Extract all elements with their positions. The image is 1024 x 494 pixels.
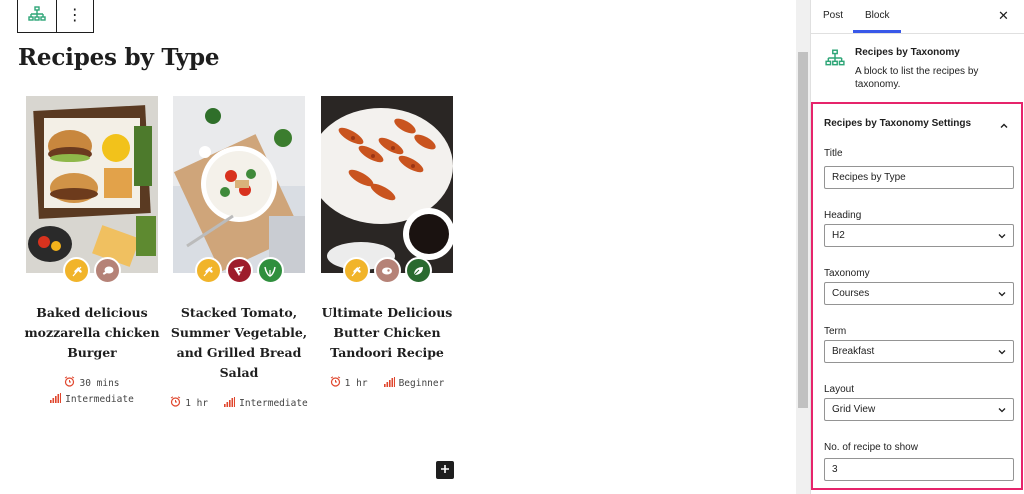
vegan-leaf-icon	[404, 257, 432, 284]
taxonomy-select-value: Courses	[832, 288, 870, 299]
term-select[interactable]: Breakfast	[824, 340, 1014, 363]
settings-sidebar: Post Block ✕ Recipes by Taxonomy A block…	[810, 0, 1024, 494]
tab-post[interactable]: Post	[823, 10, 843, 21]
heading-select[interactable]: H2	[824, 224, 1014, 247]
wheat-icon	[63, 257, 90, 284]
block-card: Recipes by Taxonomy A block to list the …	[811, 35, 1024, 99]
sitemap-icon	[28, 5, 46, 27]
taxonomy-label: Taxonomy	[824, 268, 870, 279]
settings-panel: Recipes by Taxonomy Settings Title Recip…	[811, 102, 1023, 490]
recipe-meta: 1 hr Beginner	[311, 376, 463, 390]
wheat-icon	[194, 257, 222, 284]
add-block-button[interactable]	[436, 461, 454, 479]
title-input[interactable]: Recipes by Type	[824, 166, 1014, 189]
signal-bars-icon	[50, 393, 62, 406]
alarm-clock-icon	[64, 376, 75, 390]
alarm-clock-icon	[170, 396, 181, 410]
chevron-down-icon	[998, 348, 1006, 356]
chevron-down-icon	[998, 406, 1006, 414]
editor-canvas: ⋮ Recipes by Type Baked delicious mozzar…	[0, 0, 796, 494]
heading-label: Heading	[824, 210, 862, 221]
alarm-clock-icon	[330, 376, 341, 390]
taxonomy-select[interactable]: Courses	[824, 282, 1014, 305]
layout-select[interactable]: Grid View	[824, 398, 1014, 421]
recipe-count-label: No. of recipe to show	[824, 442, 918, 453]
recipe-time-value: 1 hr	[185, 397, 209, 409]
chevron-up-icon[interactable]	[999, 118, 1009, 136]
page-title[interactable]: Recipes by Type	[18, 44, 219, 71]
recipe-image[interactable]	[321, 96, 453, 273]
recipe-difficulty-value: Intermediate	[239, 397, 308, 409]
pizza-icon	[225, 257, 253, 284]
card-badges	[26, 257, 158, 284]
tab-block[interactable]: Block	[865, 10, 889, 21]
block-card-title: Recipes by Taxonomy	[855, 47, 960, 58]
more-vertical-icon: ⋮	[66, 7, 83, 24]
recipe-card[interactable]: Stacked Tomato, Summer Vegetable, and Gr…	[171, 96, 308, 409]
more-options-button[interactable]: ⋮	[55, 0, 94, 32]
recipe-difficulty: Intermediate	[16, 393, 168, 406]
sitemap-icon	[825, 49, 845, 72]
recipe-image[interactable]	[173, 96, 305, 273]
recipe-card[interactable]: Ultimate Delicious Butter Chicken Tandoo…	[321, 96, 453, 389]
signal-bars-icon	[224, 396, 236, 410]
signal-bars-icon	[383, 376, 395, 390]
sidebar-tabs: Post Block ✕	[811, 0, 1024, 34]
recipe-time: 30 mins	[16, 376, 168, 390]
leaf-icon	[256, 257, 284, 284]
block-card-description: A block to list the recipes by taxonomy.	[855, 66, 979, 90]
editor-scrollbar-thumb[interactable]	[798, 52, 808, 408]
recipe-card[interactable]: Baked delicious mozzarella chicken Burge…	[24, 96, 160, 405]
meat-icon	[373, 257, 401, 284]
recipe-difficulty-value: Intermediate	[65, 394, 134, 405]
active-tab-indicator	[853, 30, 901, 33]
recipe-meta: 1 hr Intermediate	[163, 396, 315, 410]
recipe-time-value: 30 mins	[79, 377, 120, 389]
term-select-value: Breakfast	[832, 346, 875, 357]
chicken-leg-icon	[94, 257, 121, 284]
recipe-image[interactable]	[26, 96, 158, 273]
recipe-title[interactable]: Stacked Tomato, Summer Vegetable, and Gr…	[167, 303, 311, 383]
recipe-difficulty-value: Beginner	[398, 377, 445, 389]
recipe-title[interactable]: Baked delicious mozzarella chicken Burge…	[20, 303, 164, 363]
card-badges	[321, 257, 453, 284]
heading-select-value: H2	[832, 230, 845, 241]
wheat-icon	[342, 257, 370, 284]
recipe-title[interactable]: Ultimate Delicious Butter Chicken Tandoo…	[315, 303, 459, 363]
recipe-time-value: 1 hr	[344, 377, 368, 389]
close-icon[interactable]: ✕	[998, 8, 1009, 24]
card-badges	[173, 257, 305, 284]
block-type-button[interactable]	[18, 0, 56, 32]
title-label: Title	[824, 148, 843, 159]
chevron-down-icon	[998, 290, 1006, 298]
term-label: Term	[824, 326, 847, 337]
panel-title[interactable]: Recipes by Taxonomy Settings	[824, 118, 971, 129]
block-toolbar: ⋮	[17, 0, 94, 33]
chevron-down-icon	[998, 232, 1006, 240]
plus-icon	[440, 461, 450, 479]
layout-label: Layout	[824, 384, 855, 395]
layout-select-value: Grid View	[832, 404, 876, 415]
recipe-count-input[interactable]: 3	[824, 458, 1014, 481]
